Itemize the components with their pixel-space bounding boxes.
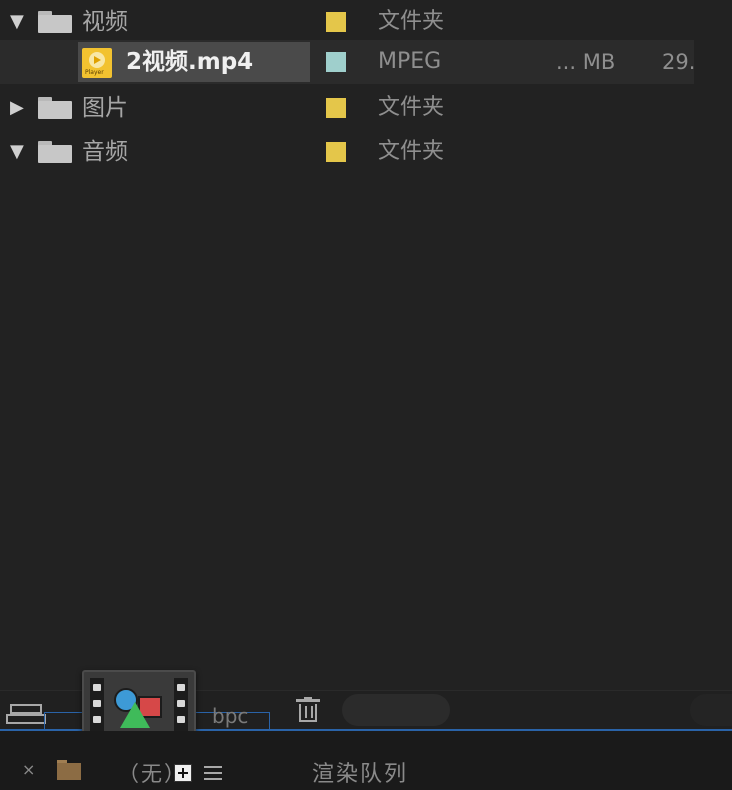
project-row-folder-audio[interactable]: ▼ 音频 文件夹 xyxy=(0,130,694,174)
label-color-chip[interactable] xyxy=(326,12,346,32)
horizontal-scrollbar-thumb[interactable] xyxy=(342,694,450,726)
tab-render-queue[interactable]: 渲染队列 xyxy=(312,756,408,788)
bit-depth-label[interactable]: bpc xyxy=(212,704,248,728)
twirl-collapsed-icon[interactable]: ▶ xyxy=(10,86,24,130)
trash-icon[interactable] xyxy=(296,697,320,725)
close-tab-icon[interactable]: × xyxy=(22,760,35,779)
item-type: MPEG xyxy=(378,49,442,74)
item-name: 2视频.mp4 xyxy=(126,49,254,75)
item-type: 文件夹 xyxy=(378,9,445,34)
folder-icon xyxy=(38,97,72,119)
composition-folder-icon xyxy=(57,760,81,780)
scrollbar-end[interactable] xyxy=(690,694,732,726)
folder-icon xyxy=(38,11,72,33)
label-color-chip[interactable] xyxy=(326,98,346,118)
item-type: 文件夹 xyxy=(378,139,445,164)
project-row-folder-video[interactable]: ▼ 视频 文件夹 xyxy=(0,0,694,44)
folder-icon xyxy=(38,141,72,163)
project-row-file-selected[interactable]: Player 2视频.mp4 MPEG ... MB 29. xyxy=(0,40,696,84)
item-name: 视频 xyxy=(82,9,128,35)
label-color-chip[interactable] xyxy=(326,142,346,162)
add-icon[interactable] xyxy=(174,764,192,782)
hamburger-menu-icon[interactable] xyxy=(204,765,222,781)
item-type: 文件夹 xyxy=(378,95,445,120)
twirl-expand-icon[interactable]: ▼ xyxy=(10,130,24,174)
twirl-expand-icon[interactable]: ▼ xyxy=(10,0,24,44)
item-frame-rate: 29. xyxy=(662,50,696,74)
item-name: 音频 xyxy=(82,139,128,165)
project-row-folder-images[interactable]: ▶ 图片 文件夹 xyxy=(0,86,694,130)
label-color-chip[interactable] xyxy=(326,52,346,72)
flowchart-icon[interactable] xyxy=(6,702,46,726)
video-file-icon: Player xyxy=(82,48,112,78)
item-name: 图片 xyxy=(82,95,128,121)
item-size: ... MB xyxy=(556,50,616,74)
